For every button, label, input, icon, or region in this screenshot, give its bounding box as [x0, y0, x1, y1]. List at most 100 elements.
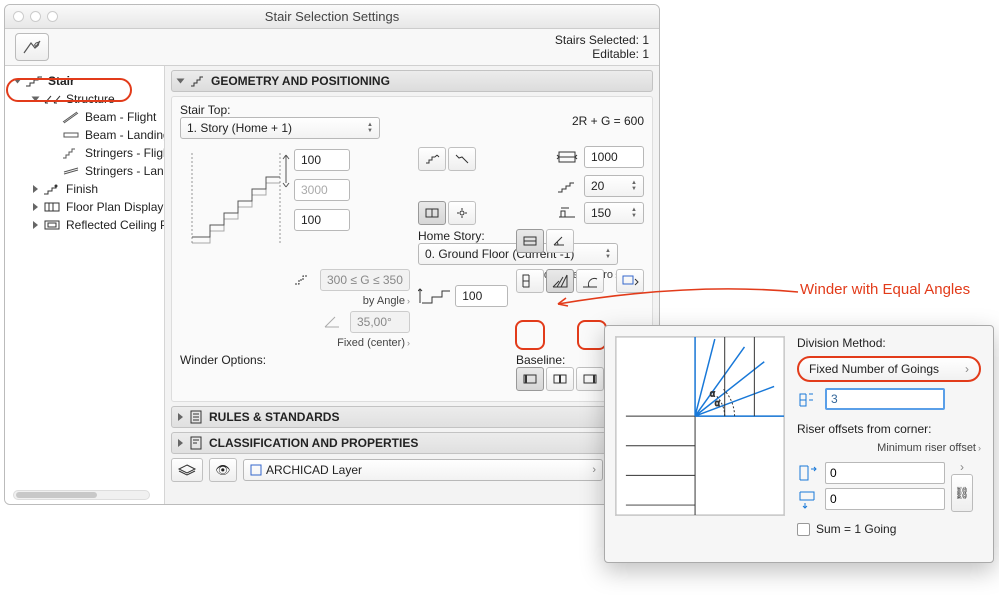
winder-preview: α α: [615, 336, 785, 516]
formula-label: 2R + G = 600: [516, 103, 644, 139]
angle-mode-btn[interactable]: [546, 229, 574, 253]
stair-top-label: Stair Top:: [180, 103, 410, 117]
rcp-icon: [42, 218, 62, 232]
disclosure-icon: [33, 221, 38, 229]
angle-icon: [322, 314, 344, 330]
disclosure-icon: [33, 185, 38, 193]
panel-title: CLASSIFICATION AND PROPERTIES: [209, 436, 418, 450]
layer-icon-btn[interactable]: [171, 458, 203, 482]
top-offset-input[interactable]: 100: [294, 149, 350, 171]
stair-top-select[interactable]: 1. Story (Home + 1) ▲▼: [180, 117, 380, 139]
sidebar-scrollbar[interactable]: [13, 490, 150, 500]
base-offset-input[interactable]: 100: [455, 285, 508, 307]
classification-icon: [189, 436, 203, 450]
tree-item-floor-plan[interactable]: Floor Plan Display: [5, 198, 164, 216]
annotation-text: Winder with Equal Angles: [800, 281, 970, 298]
disclosure-icon: [14, 79, 22, 84]
geometry-panel: Stair Top: 1. Story (Home + 1) ▲▼ 2R + G…: [171, 96, 653, 402]
home-story-label: Home Story:: [418, 229, 508, 243]
content-area: GEOMETRY AND POSITIONING Stair Top: 1. S…: [165, 66, 659, 504]
tree-item-beam-flight[interactable]: Beam - Flight: [5, 108, 164, 126]
chain-offsets-btn[interactable]: ⛓: [951, 474, 973, 512]
angle-display: 35,00°: [350, 311, 410, 333]
tree-label: Structure: [66, 92, 115, 106]
tree-label: Reflected Ceiling Plan Display: [66, 218, 165, 232]
stringers-landing-icon: [61, 164, 81, 178]
selection-info: Stairs Selected: 1 Editable: 1: [555, 33, 649, 61]
panel-title: RULES & STANDARDS: [209, 410, 339, 424]
scrollbar-thumb[interactable]: [16, 492, 97, 498]
disclosure-icon: [177, 79, 185, 84]
winder-type-1-btn[interactable]: [516, 269, 544, 293]
lock-going-btn[interactable]: [448, 201, 476, 225]
min-riser-offset-link[interactable]: Minimum riser offset›: [797, 442, 981, 454]
sum-label: Sum = 1 Going: [816, 522, 896, 536]
stringers-icon: [61, 146, 81, 160]
favorites-button[interactable]: [15, 33, 49, 61]
tree-item-finish[interactable]: Finish: [5, 180, 164, 198]
panel-header-geometry[interactable]: GEOMETRY AND POSITIONING: [171, 70, 653, 92]
winder-type-2-btn[interactable]: [546, 269, 574, 293]
stair-direction-down-btn[interactable]: [448, 147, 476, 171]
goings-input[interactable]: [825, 388, 945, 410]
tree-label: Beam - Landing: [85, 128, 165, 142]
goings-icon: [797, 389, 821, 409]
floor-plan-icon: [42, 200, 62, 214]
rules-icon: [189, 410, 203, 424]
risers-icon: [556, 178, 578, 194]
tree-item-stair[interactable]: Stair: [5, 72, 164, 90]
stair-direction-up-btn[interactable]: [418, 147, 446, 171]
tree-label: Beam - Flight: [85, 110, 156, 124]
tread-input[interactable]: 150▲▼: [584, 202, 644, 224]
lock-height-btn[interactable]: [418, 201, 446, 225]
baseline-center-btn[interactable]: [546, 367, 574, 391]
disclosure-icon: [33, 203, 38, 211]
tree-label: Stair: [48, 74, 75, 88]
by-angle-link[interactable]: by Angle›: [363, 295, 410, 307]
visibility-btn[interactable]: 👁: [209, 458, 237, 482]
beam-icon: [61, 110, 81, 124]
settings-window: Stair Selection Settings Stairs Selected…: [4, 4, 660, 505]
footer: 👁 ARCHICAD Layer › Cancel: [171, 458, 653, 482]
disclosure-icon: [178, 413, 183, 421]
tree-item-stringers-flight[interactable]: Stringers - Flight: [5, 144, 164, 162]
width-input[interactable]: 1000: [584, 146, 644, 168]
panel-header-classification[interactable]: CLASSIFICATION AND PROPERTIES: [171, 432, 653, 454]
tree-label: Floor Plan Display: [66, 200, 163, 214]
tree-label: Stringers - Landing: [85, 164, 165, 178]
disclosure-icon: [32, 97, 40, 102]
riser-offsets-label: Riser offsets from corner:: [797, 422, 981, 436]
tree-item-rcp[interactable]: Reflected Ceiling Plan Display: [5, 216, 164, 234]
eye-icon: 👁: [215, 463, 230, 477]
offset-a-input[interactable]: [825, 462, 945, 484]
tree-item-beam-landing[interactable]: Beam - Landing: [5, 126, 164, 144]
fixed-center-link[interactable]: Fixed (center)›: [337, 337, 410, 349]
info-bar: Stairs Selected: 1 Editable: 1: [5, 29, 659, 66]
panel-header-rules[interactable]: RULES & STANDARDS: [171, 406, 653, 428]
tree-label: Stringers - Flight: [85, 146, 165, 160]
total-height-input[interactable]: 3000: [294, 179, 350, 201]
walkline-mode-btn[interactable]: [516, 229, 544, 253]
risers-input[interactable]: 20▲▼: [584, 175, 644, 197]
bottom-offset-input[interactable]: 100: [294, 209, 350, 231]
chain-icon: ⛓: [954, 486, 969, 500]
baseline-right-btn[interactable]: [576, 367, 604, 391]
tree-item-stringers-landing[interactable]: Stringers - Landing: [5, 162, 164, 180]
stair-diagram: [180, 143, 290, 253]
tree-label: Finish: [66, 182, 98, 196]
baseline-left-btn[interactable]: [516, 367, 544, 391]
winder-options-popup-btn[interactable]: [616, 269, 644, 293]
disclosure-icon: [178, 439, 183, 447]
winder-type-3-btn[interactable]: [576, 269, 604, 293]
tree-item-structure[interactable]: Structure: [5, 90, 164, 108]
star-icon: [21, 39, 43, 55]
layer-small-icon: [250, 464, 262, 476]
svg-text:α: α: [710, 388, 715, 398]
division-method-select[interactable]: Fixed Number of Goings ›: [797, 356, 981, 382]
offset-a-icon: [797, 463, 821, 483]
offset-b-input[interactable]: [825, 488, 945, 510]
sidebar: Stair Structure Beam - Flight Beam - Lan…: [5, 66, 165, 504]
layer-select[interactable]: ARCHICAD Layer ›: [243, 459, 603, 481]
sum-checkbox[interactable]: [797, 523, 810, 536]
landing-icon: [61, 128, 81, 142]
